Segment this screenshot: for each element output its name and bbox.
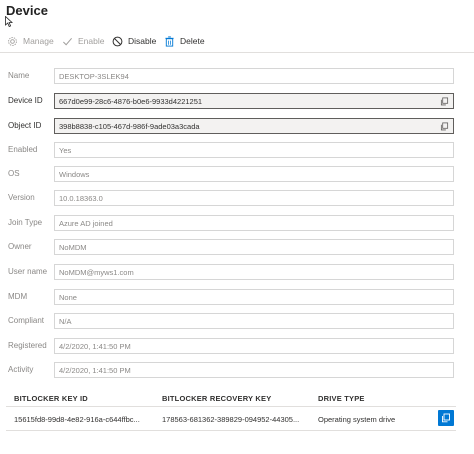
property-label: Version bbox=[8, 193, 35, 202]
checkmark-icon bbox=[63, 37, 73, 45]
disable-button[interactable]: Disable bbox=[112, 34, 156, 48]
property-row-registered: Registered 4/2/2020, 1:41:50 PM bbox=[0, 338, 474, 356]
property-label: Join Type bbox=[8, 218, 43, 227]
enabled-field: Yes bbox=[54, 142, 454, 158]
drive-type-cell: Operating system drive bbox=[318, 415, 396, 424]
property-row-os: OS Windows bbox=[0, 166, 474, 184]
registered-field: 4/2/2020, 1:41:50 PM bbox=[54, 338, 454, 354]
enable-button[interactable]: Enable bbox=[62, 34, 104, 48]
table-row-divider bbox=[6, 430, 456, 431]
mdm-field: None bbox=[54, 289, 454, 305]
property-row-user-name: User name NoMDM@myws1.com bbox=[0, 264, 474, 282]
copy-icon[interactable] bbox=[440, 97, 449, 106]
delete-label: Delete bbox=[180, 36, 205, 46]
property-label: Object ID bbox=[8, 121, 42, 130]
user-name-field: NoMDM@myws1.com bbox=[54, 264, 454, 280]
name-field: DESKTOP-3SLEK94 bbox=[54, 68, 454, 84]
property-row-owner: Owner NoMDM bbox=[0, 239, 474, 257]
property-row-enabled: Enabled Yes bbox=[0, 142, 474, 160]
trash-icon bbox=[165, 35, 174, 47]
object-id-field[interactable]: 398b8838-c105-467d-986f-9ade03a3cada bbox=[54, 118, 454, 134]
property-row-object-id: Object ID 398b8838-c105-467d-986f-9ade03… bbox=[0, 118, 474, 136]
version-field: 10.0.18363.0 bbox=[54, 190, 454, 206]
copy-icon[interactable] bbox=[440, 122, 449, 131]
object-id-value: 398b8838-c105-467d-986f-9ade03a3cada bbox=[59, 122, 200, 131]
column-header-recovery-key: BITLOCKER RECOVERY KEY bbox=[162, 394, 272, 403]
owner-field: NoMDM bbox=[54, 239, 454, 255]
property-row-mdm: MDM None bbox=[0, 289, 474, 307]
property-row-version: Version 10.0.18363.0 bbox=[0, 190, 474, 208]
bitlocker-key-id-cell: 15615fd8-99d8-4e82-916a-c644ffbc... bbox=[14, 415, 140, 424]
property-label: Owner bbox=[8, 242, 32, 251]
manage-label: Manage bbox=[23, 36, 54, 46]
activity-field: 4/2/2020, 1:41:50 PM bbox=[54, 362, 454, 378]
property-row-name: Name DESKTOP-3SLEK94 bbox=[0, 68, 474, 86]
property-label: OS bbox=[8, 169, 20, 178]
property-row-activity: Activity 4/2/2020, 1:41:50 PM bbox=[0, 362, 474, 380]
mouse-cursor-icon bbox=[5, 16, 13, 27]
device-id-field[interactable]: 667d0e99-28c6-4876-b0e6-9933d4221251 bbox=[54, 93, 454, 109]
command-bar: Manage Enable Disable Delete bbox=[0, 30, 474, 53]
column-header-key-id: BITLOCKER KEY ID bbox=[14, 394, 88, 403]
property-row-device-id: Device ID 667d0e99-28c6-4876-b0e6-9933d4… bbox=[0, 93, 474, 111]
property-label: MDM bbox=[8, 292, 28, 301]
property-label: Registered bbox=[8, 341, 47, 350]
property-label: Enabled bbox=[8, 145, 38, 154]
compliant-field: N/A bbox=[54, 313, 454, 329]
join-type-field: Azure AD joined bbox=[54, 215, 454, 231]
property-label: User name bbox=[8, 267, 48, 276]
block-icon bbox=[112, 36, 123, 46]
property-label: Activity bbox=[8, 365, 34, 374]
bitlocker-recovery-key-cell: 178563-681362-389829-094952-44305... bbox=[162, 415, 300, 424]
property-row-compliant: Compliant N/A bbox=[0, 313, 474, 331]
column-header-drive-type: DRIVE TYPE bbox=[318, 394, 365, 403]
property-label: Compliant bbox=[8, 316, 45, 325]
manage-button[interactable]: Manage bbox=[7, 34, 54, 48]
property-label: Device ID bbox=[8, 96, 43, 105]
gear-icon bbox=[8, 36, 17, 46]
property-row-join-type: Join Type Azure AD joined bbox=[0, 215, 474, 233]
device-id-value: 667d0e99-28c6-4876-b0e6-9933d4221251 bbox=[59, 97, 203, 106]
property-label: Name bbox=[8, 71, 30, 80]
copy-icon bbox=[442, 413, 450, 423]
delete-button[interactable]: Delete bbox=[164, 34, 205, 48]
copy-recovery-key-button[interactable] bbox=[438, 410, 454, 426]
table-header-divider bbox=[6, 406, 456, 407]
enable-label: Enable bbox=[78, 36, 105, 46]
os-field: Windows bbox=[54, 166, 454, 182]
disable-label: Disable bbox=[128, 36, 157, 46]
